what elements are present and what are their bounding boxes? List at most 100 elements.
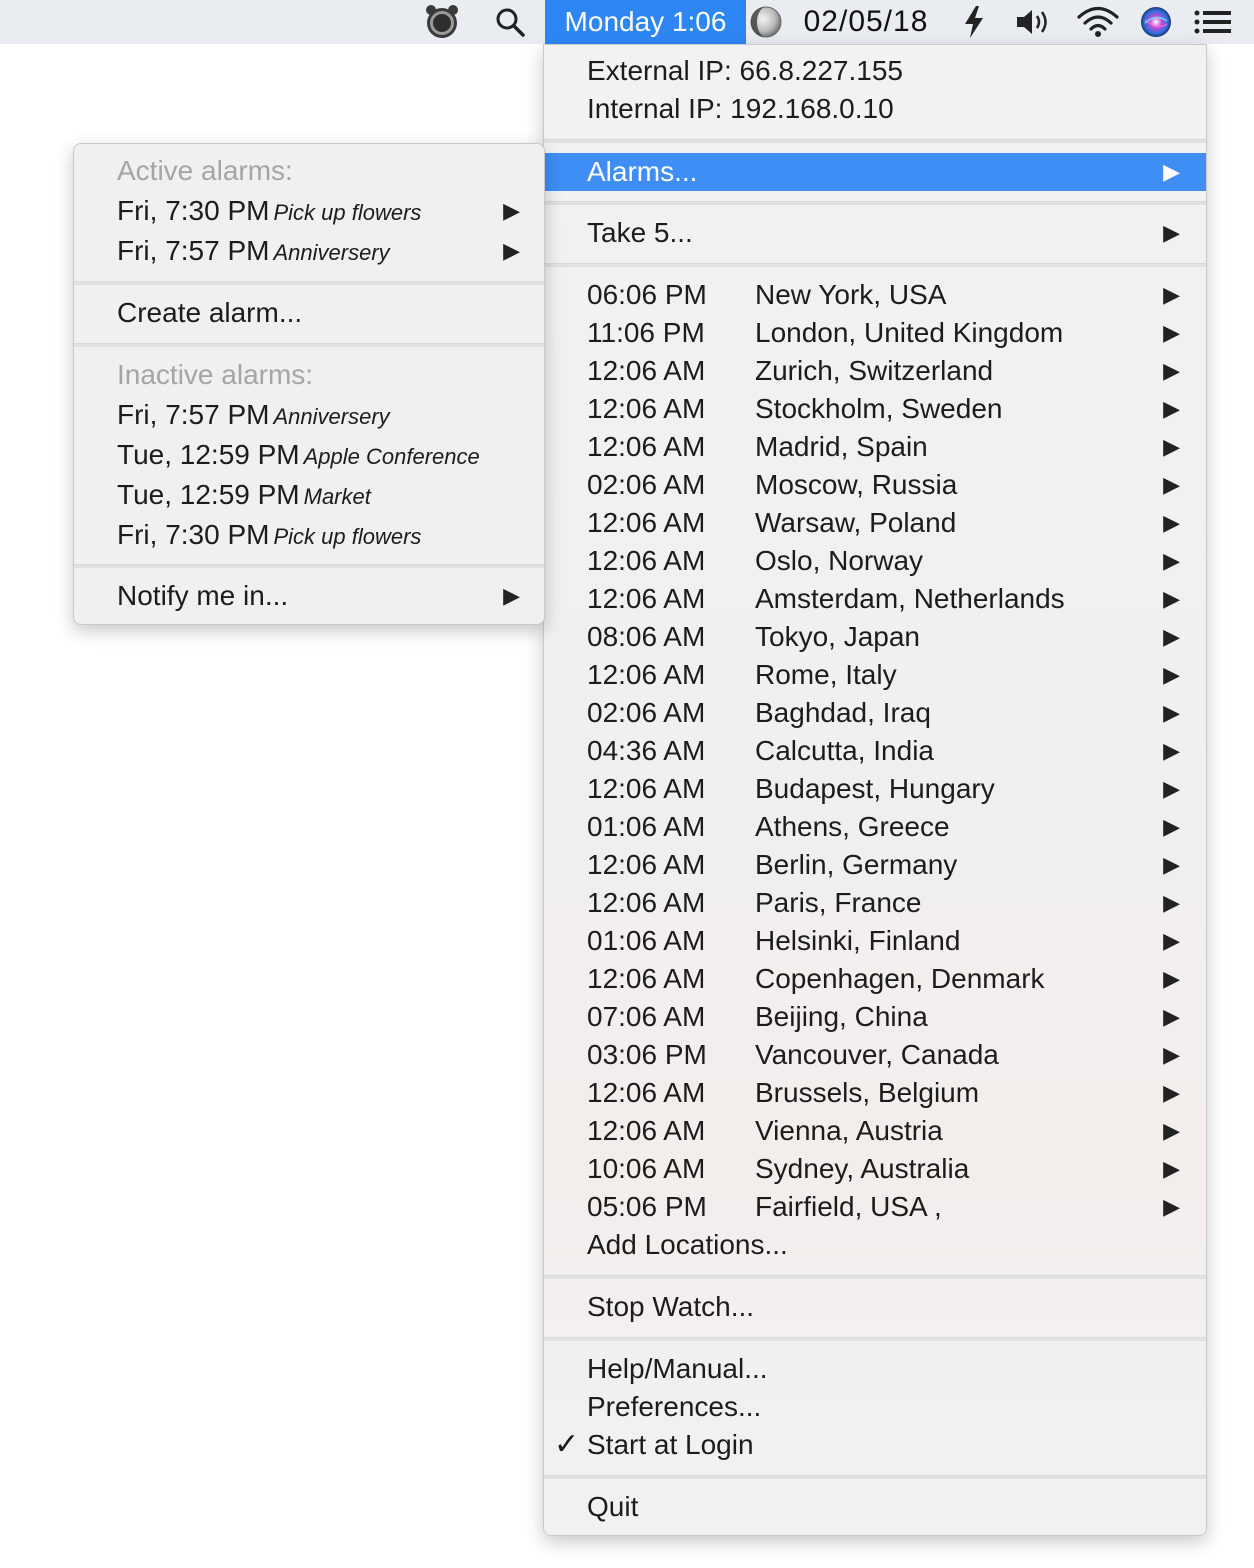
location-item[interactable]: 06:06 PM New York, USA ▶ xyxy=(544,276,1206,314)
location-item[interactable]: 12:06 AM Brussels, Belgium ▶ xyxy=(544,1074,1206,1112)
active-alarms-header-label: Active alarms: xyxy=(117,155,293,186)
stop-watch-item[interactable]: Stop Watch... xyxy=(544,1288,1206,1326)
location-city: Calcutta, India xyxy=(755,735,934,766)
internal-ip-item[interactable]: Internal IP: 192.168.0.10 xyxy=(544,90,1206,128)
submenu-arrow-icon: ▶ xyxy=(1163,1156,1180,1181)
submenu-arrow-icon: ▶ xyxy=(1163,966,1180,991)
location-city: Budapest, Hungary xyxy=(755,773,995,804)
submenu-arrow-icon: ▶ xyxy=(1163,548,1180,573)
start-at-login-label: Start at Login xyxy=(587,1429,754,1460)
alarms-menu-item[interactable]: Alarms... ▶ xyxy=(544,153,1206,191)
location-item[interactable]: 12:06 AM Budapest, Hungary ▶ xyxy=(544,770,1206,808)
add-locations-item[interactable]: Add Locations... xyxy=(544,1226,1206,1264)
submenu-arrow-icon: ▶ xyxy=(1163,1004,1180,1029)
preferences-item[interactable]: Preferences... xyxy=(544,1388,1206,1426)
volume-icon[interactable] xyxy=(1008,0,1060,44)
menubar-date[interactable]: 02/05/18 xyxy=(788,0,944,44)
alarm-when: Fri, 7:30 PM xyxy=(117,519,270,550)
submenu-arrow-icon: ▶ xyxy=(1163,1080,1180,1105)
menu-separator xyxy=(74,564,544,568)
menu-separator xyxy=(544,1337,1206,1341)
submenu-arrow-icon: ▶ xyxy=(1163,472,1180,497)
location-item[interactable]: 02:06 AM Moscow, Russia ▶ xyxy=(544,466,1206,504)
alarm-clock-icon[interactable] xyxy=(418,0,466,44)
location-item[interactable]: 08:06 AM Tokyo, Japan ▶ xyxy=(544,618,1206,656)
inactive-alarm-item[interactable]: Tue, 12:59 PM Apple Conference xyxy=(74,436,544,474)
location-city: Helsinki, Finland xyxy=(755,925,961,956)
alarms-submenu: Active alarms: Fri, 7:30 PM Pick up flowe… xyxy=(73,143,545,625)
create-alarm-item[interactable]: Create alarm... xyxy=(74,294,544,332)
submenu-arrow-icon: ▶ xyxy=(1163,159,1180,184)
wifi-icon[interactable] xyxy=(1070,0,1126,44)
inactive-alarms-header: Inactive alarms: xyxy=(74,356,544,394)
alarm-when: Fri, 7:30 PM xyxy=(117,195,270,226)
menu-separator xyxy=(544,139,1206,143)
alarm-label: Tue, 12:59 PM Market xyxy=(117,476,371,516)
location-item[interactable]: 12:06 AM Amsterdam, Netherlands ▶ xyxy=(544,580,1206,618)
location-item[interactable]: 12:06 AM Paris, France ▶ xyxy=(544,884,1206,922)
location-item[interactable]: 12:06 AM Zurich, Switzerland ▶ xyxy=(544,352,1206,390)
location-item[interactable]: 01:06 AM Helsinki, Finland ▶ xyxy=(544,922,1206,960)
search-icon[interactable] xyxy=(486,0,534,44)
alarm-label: Fri, 7:57 PM Anniversery xyxy=(117,396,390,436)
location-city: Brussels, Belgium xyxy=(755,1077,980,1108)
menu-separator xyxy=(544,1475,1206,1479)
add-locations-label: Add Locations... xyxy=(587,1229,788,1260)
notification-list-icon[interactable] xyxy=(1188,0,1238,44)
active-alarm-item[interactable]: Fri, 7:57 PM Anniversery ▶ xyxy=(74,232,544,270)
notify-me-item[interactable]: Notify me in... ▶ xyxy=(74,577,544,615)
inactive-alarms-header-label: Inactive alarms: xyxy=(117,359,314,390)
preferences-label: Preferences... xyxy=(587,1391,762,1422)
location-item[interactable]: 03:06 PM Vancouver, Canada ▶ xyxy=(544,1036,1206,1074)
alarm-when: Tue, 12:59 PM xyxy=(117,439,300,470)
location-item[interactable]: 07:06 AM Beijing, China ▶ xyxy=(544,998,1206,1036)
submenu-arrow-icon: ▶ xyxy=(1163,320,1180,345)
location-time: 02:06 AM xyxy=(587,697,706,728)
location-item[interactable]: 01:06 AM Athens, Greece ▶ xyxy=(544,808,1206,846)
inactive-alarm-item[interactable]: Tue, 12:59 PM Market xyxy=(74,476,544,514)
location-item[interactable]: 10:06 AM Sydney, Australia ▶ xyxy=(544,1150,1206,1188)
location-city: Vienna, Austria xyxy=(755,1115,943,1146)
battery-bolt-icon[interactable] xyxy=(952,0,996,44)
quit-label: Quit xyxy=(587,1491,639,1522)
location-item[interactable]: 12:06 AM Warsaw, Poland ▶ xyxy=(544,504,1206,542)
location-item[interactable]: 12:06 AM Madrid, Spain ▶ xyxy=(544,428,1206,466)
help-manual-item[interactable]: Help/Manual... xyxy=(544,1350,1206,1388)
location-item[interactable]: 12:06 AM Oslo, Norway ▶ xyxy=(544,542,1206,580)
location-item[interactable]: 04:36 AM Calcutta, India ▶ xyxy=(544,732,1206,770)
location-city: Zurich, Switzerland xyxy=(755,355,994,386)
location-item[interactable]: 12:06 AM Vienna, Austria ▶ xyxy=(544,1112,1206,1150)
location-time: 12:06 AM xyxy=(587,583,706,614)
submenu-arrow-icon: ▶ xyxy=(1163,1194,1180,1219)
menu-bar: Monday 1:06 02/05/18 xyxy=(0,0,1254,44)
siri-icon[interactable] xyxy=(1136,0,1176,44)
active-alarm-item[interactable]: Fri, 7:30 PM Pick up flowers ▶ xyxy=(74,192,544,230)
quit-item[interactable]: Quit xyxy=(544,1488,1206,1526)
take5-menu-item[interactable]: Take 5... ▶ xyxy=(544,214,1206,252)
start-at-login-item[interactable]: ✓ Start at Login xyxy=(544,1426,1206,1464)
menu-separator xyxy=(74,343,544,347)
external-ip-item[interactable]: External IP: 66.8.227.155 xyxy=(544,52,1206,90)
location-item[interactable]: 12:06 AM Berlin, Germany ▶ xyxy=(544,846,1206,884)
submenu-arrow-icon: ▶ xyxy=(1163,776,1180,801)
internal-ip-label: Internal IP: 192.168.0.10 xyxy=(587,93,894,124)
alarm-label: Fri, 7:57 PM Anniversery xyxy=(117,232,390,272)
location-item[interactable]: 12:06 AM Copenhagen, Denmark ▶ xyxy=(544,960,1206,998)
location-city: Sydney, Australia xyxy=(755,1153,970,1184)
alarm-when: Tue, 12:59 PM xyxy=(117,479,300,510)
location-item[interactable]: 11:06 PM London, United Kingdom ▶ xyxy=(544,314,1206,352)
location-time: 12:06 AM xyxy=(587,355,706,386)
inactive-alarm-item[interactable]: Fri, 7:57 PM Anniversery xyxy=(74,396,544,434)
menubar-clock[interactable]: Monday 1:06 xyxy=(545,0,746,44)
location-time: 12:06 AM xyxy=(587,393,706,424)
submenu-arrow-icon: ▶ xyxy=(1163,434,1180,459)
location-item[interactable]: 05:06 PM Fairfield, USA , ▶ xyxy=(544,1188,1206,1226)
inactive-alarm-item[interactable]: Fri, 7:30 PM Pick up flowers xyxy=(74,516,544,554)
submenu-arrow-icon: ▶ xyxy=(1163,738,1180,763)
location-city: Moscow, Russia xyxy=(755,469,958,500)
create-alarm-label: Create alarm... xyxy=(117,297,303,328)
location-item[interactable]: 12:06 AM Stockholm, Sweden ▶ xyxy=(544,390,1206,428)
location-item[interactable]: 12:06 AM Rome, Italy ▶ xyxy=(544,656,1206,694)
location-item[interactable]: 02:06 AM Baghdad, Iraq ▶ xyxy=(544,694,1206,732)
menu-separator xyxy=(544,201,1206,205)
